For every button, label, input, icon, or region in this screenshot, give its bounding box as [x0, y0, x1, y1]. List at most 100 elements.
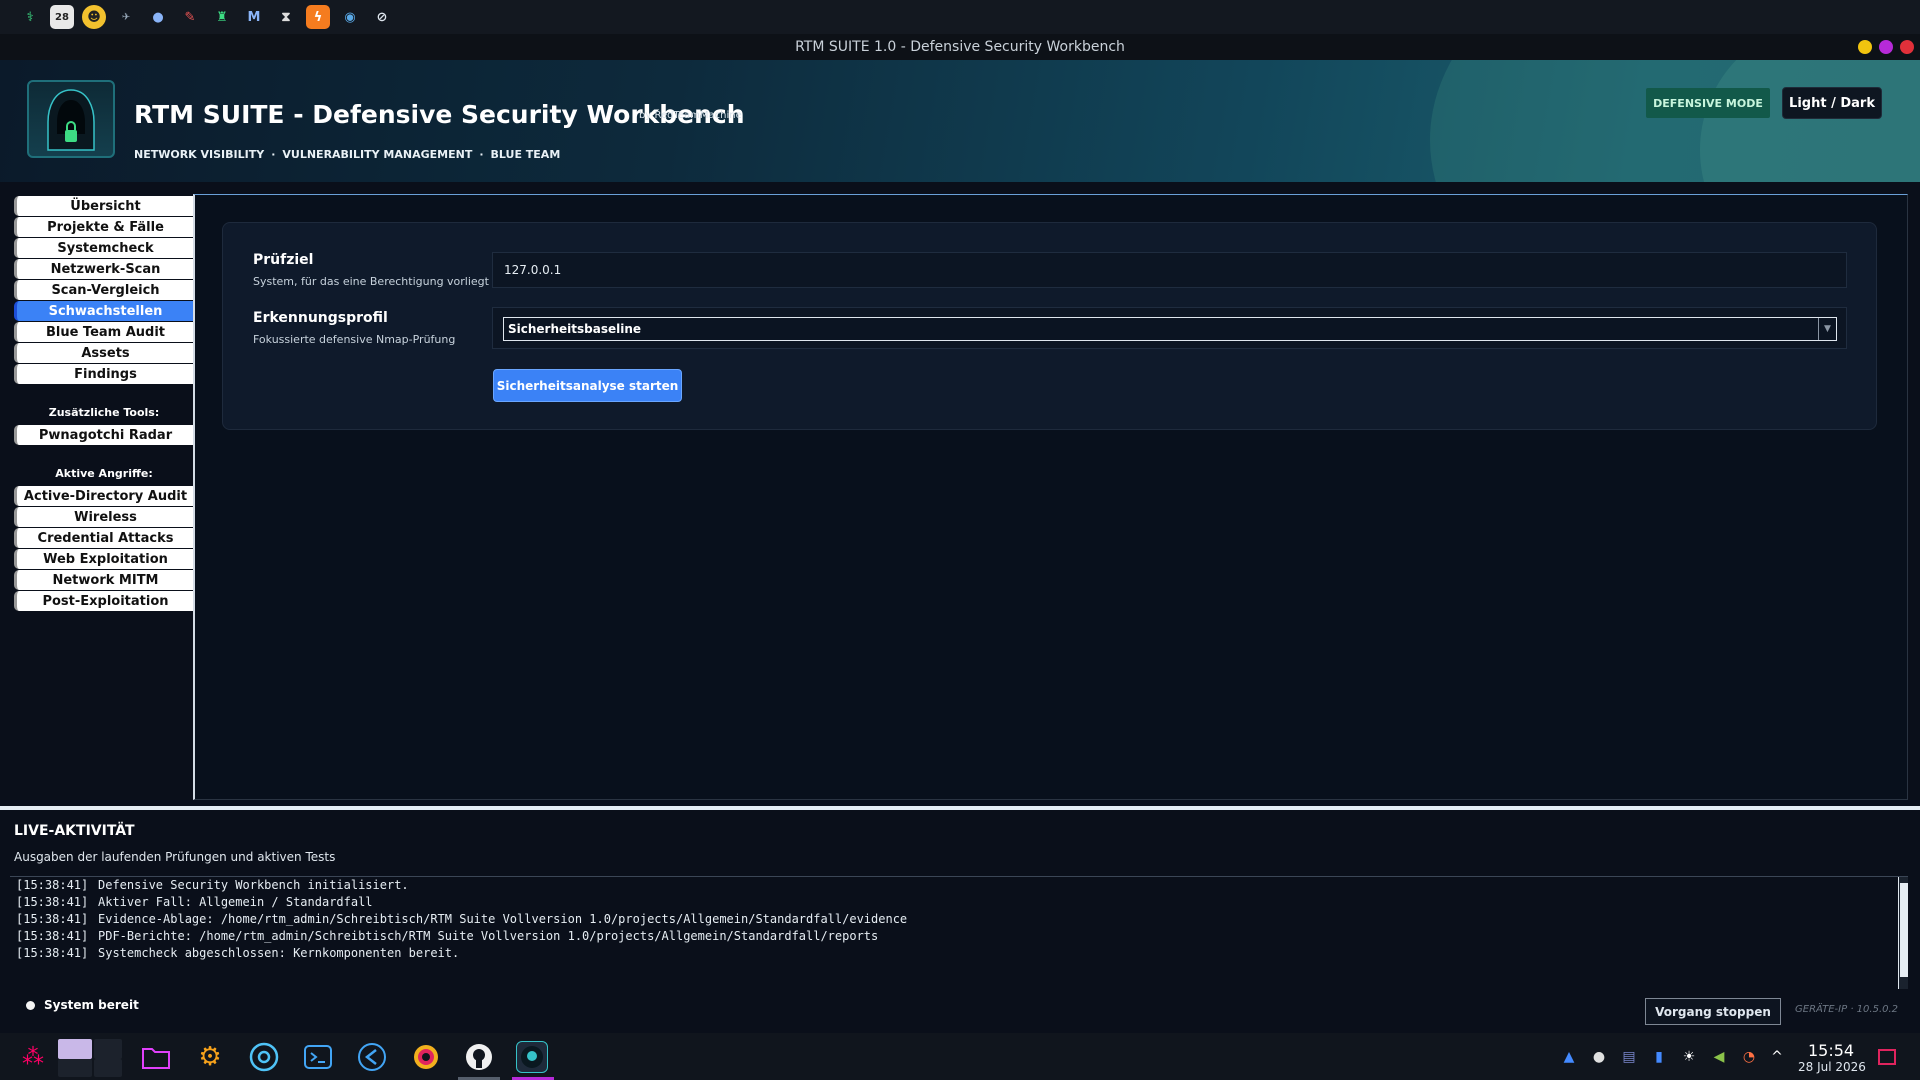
workspace-1-thumbnail[interactable] [58, 1039, 92, 1059]
target-input[interactable]: 127.0.0.1 [492, 252, 1847, 288]
github-tray-icon[interactable]: ● [1589, 1047, 1609, 1067]
hourglass-icon[interactable]: ⧗ [274, 5, 298, 29]
terminal-icon[interactable] [302, 1041, 334, 1073]
app-launcher-icon[interactable]: ⁂ [17, 1041, 49, 1073]
log-line: [15:38:41] Systemcheck abgeschlossen: Ker… [16, 946, 1908, 963]
sidebar-item-blue-team-audit[interactable]: Blue Team Audit [14, 322, 194, 342]
maximize-button[interactable] [1879, 40, 1893, 54]
defensive-mode-badge: DEFENSIVE MODE [1646, 88, 1770, 118]
window-titlebar[interactable]: RTM SUITE 1.0 - Defensive Security Workb… [0, 34, 1920, 60]
profile-dropdown-container: Sicherheitsbaseline ▼ [492, 307, 1847, 349]
rtm-suite-app-icon[interactable] [516, 1041, 548, 1073]
activity-log[interactable]: [15:38:41] Defensive Security Workbench i… [10, 876, 1908, 989]
clock-date[interactable]: 28 Jul 2026 [1798, 1060, 1866, 1074]
sidebar-nav: Übersicht Projekte & Fälle Systemcheck N… [14, 196, 194, 612]
sidebar-item-pwnagotchi-radar[interactable]: Pwnagotchi Radar [14, 425, 194, 445]
chevron-down-icon[interactable]: ▼ [1818, 318, 1836, 340]
wifi-icon[interactable]: ◔ [1739, 1047, 1759, 1067]
target-label: Prüfziel [253, 252, 314, 268]
sidebar-item-post-exploitation[interactable]: Post-Exploitation [14, 591, 194, 611]
calendar-icon[interactable]: 28 [50, 5, 74, 29]
theme-toggle-button[interactable]: Light / Dark [1782, 87, 1882, 119]
activity-divider[interactable] [0, 806, 1920, 810]
brightness-icon[interactable]: ☀ [1679, 1047, 1699, 1067]
sidebar-section-attacks: Aktive Angriffe: [55, 466, 153, 480]
sidebar-item-projekte[interactable]: Projekte & Fälle [14, 217, 194, 237]
sidebar-item-active-directory-audit[interactable]: Active-Directory Audit [14, 486, 194, 506]
volume-icon[interactable]: ◀ [1709, 1047, 1729, 1067]
sidebar-item-assets[interactable]: Assets [14, 343, 194, 363]
sidebar-item-credential-attacks[interactable]: Credential Attacks [14, 528, 194, 548]
vpn-icon[interactable]: ▲ [1559, 1047, 1579, 1067]
antenna-icon[interactable]: ⚕ [18, 5, 42, 29]
android-icon[interactable]: ♜ [210, 5, 234, 29]
log-line: [15:38:41] Evidence-Ablage: /home/rtm_adm… [16, 912, 1908, 929]
vscode-icon[interactable] [356, 1041, 388, 1073]
tag-blue-team: BLUE TEAM [490, 148, 561, 161]
metasploit-icon[interactable]: M [242, 5, 266, 29]
tag-vulnerability-management: VULNERABILITY MANAGEMENT [282, 148, 473, 161]
tag-separator: · [479, 148, 484, 161]
status-indicator: System bereit [26, 998, 139, 1012]
tag-network-visibility: NETWORK VISIBILITY [134, 148, 265, 161]
sidebar-item-network-mitm[interactable]: Network MITM [14, 570, 194, 590]
firefox-icon[interactable] [410, 1041, 442, 1073]
log-timestamp: [15:38:41] [16, 946, 89, 960]
log-message: Evidence-Ablage: /home/rtm_admin/Schreib… [98, 912, 908, 926]
sidebar-item-wireless[interactable]: Wireless [14, 507, 194, 527]
sidebar-item-uebersicht[interactable]: Übersicht [14, 196, 194, 216]
notifications-icon[interactable] [1877, 1047, 1897, 1067]
sidebar-item-findings[interactable]: Findings [14, 364, 194, 384]
activity-subtitle: Ausgaben der laufenden Prüfungen und akt… [14, 850, 336, 864]
minimize-button[interactable] [1858, 40, 1872, 54]
app-tags: NETWORK VISIBILITY · VULNERABILITY MANAG… [134, 148, 560, 161]
app-header: RTM SUITE - Defensive Security Workbench… [0, 60, 1920, 182]
wireshark-icon[interactable]: ◉ [338, 5, 362, 29]
workspace-2-thumbnail[interactable] [94, 1039, 122, 1059]
clipboard-icon[interactable]: ▤ [1619, 1047, 1639, 1067]
taskbar: ⁂ ⚙ ▲ ● ▤ ▮ ☀ ◀ ◔ ^ 15:54 28 Jul 2026 [0, 1033, 1920, 1080]
chrome-icon[interactable] [248, 1041, 280, 1073]
alien-icon[interactable]: ☻ [82, 5, 106, 29]
air-tool-icon[interactable]: ✈ [114, 5, 138, 29]
burp-icon[interactable]: ϟ [306, 5, 330, 29]
sidebar-item-netzwerk-scan[interactable]: Netzwerk-Scan [14, 259, 194, 279]
close-button[interactable] [1900, 40, 1914, 54]
top-system-panel: ⚕ 28 ☻ ✈ ● ✎ ♜ M ⧗ ϟ ◉ ⊘ [0, 0, 1920, 34]
chevron-up-icon[interactable]: ^ [1767, 1047, 1787, 1067]
profile-dropdown[interactable]: Sicherheitsbaseline ▼ [503, 317, 1837, 341]
profile-help: Fokussierte defensive Nmap-Prüfung [253, 333, 456, 346]
profile-label: Erkennungsprofil [253, 310, 388, 326]
clock-time[interactable]: 15:54 [1808, 1041, 1854, 1060]
app-byline: by RedTeamMachine [639, 110, 742, 121]
log-message: PDF-Berichte: /home/rtm_admin/Schreibtis… [98, 929, 879, 943]
settings-gear-icon[interactable]: ⚙ [194, 1041, 226, 1073]
ghost-icon[interactable]: ● [146, 5, 170, 29]
status-text: System bereit [44, 998, 139, 1012]
log-line: [15:38:41] Defensive Security Workbench i… [16, 878, 1908, 895]
syringe-icon[interactable]: ✎ [178, 5, 202, 29]
status-dot-icon [26, 1000, 35, 1010]
sidebar-item-web-exploitation[interactable]: Web Exploitation [14, 549, 194, 569]
stop-button[interactable]: Vorgang stoppen [1645, 998, 1781, 1025]
battery-icon[interactable]: ▮ [1649, 1047, 1669, 1067]
search-tool-icon[interactable]: ⊘ [370, 5, 394, 29]
log-scrollbar[interactable] [1898, 877, 1908, 989]
log-timestamp: [15:38:41] [16, 929, 89, 943]
window-title: RTM SUITE 1.0 - Defensive Security Workb… [795, 39, 1125, 55]
start-analysis-button[interactable]: Sicherheitsanalyse starten [493, 369, 682, 402]
sidebar-item-scan-vergleich[interactable]: Scan-Vergleich [14, 280, 194, 300]
log-timestamp: [15:38:41] [16, 878, 89, 892]
workspace-3-thumbnail[interactable] [58, 1059, 92, 1077]
hacker-logo-icon [27, 80, 115, 158]
sidebar-item-schwachstellen[interactable]: Schwachstellen [14, 301, 194, 321]
folder-icon[interactable] [140, 1041, 172, 1073]
workspace-4-thumbnail[interactable] [94, 1059, 122, 1077]
sidebar-section-tools: Zusätzliche Tools: [48, 405, 160, 419]
log-scrollbar-thumb[interactable] [1900, 883, 1908, 977]
log-message: Systemcheck abgeschlossen: Kernkomponent… [98, 946, 460, 960]
log-message: Aktiver Fall: Allgemein / Standardfall [98, 895, 373, 909]
sidebar-item-systemcheck[interactable]: Systemcheck [14, 238, 194, 258]
log-timestamp: [15:38:41] [16, 912, 89, 926]
github-icon[interactable] [463, 1041, 495, 1073]
